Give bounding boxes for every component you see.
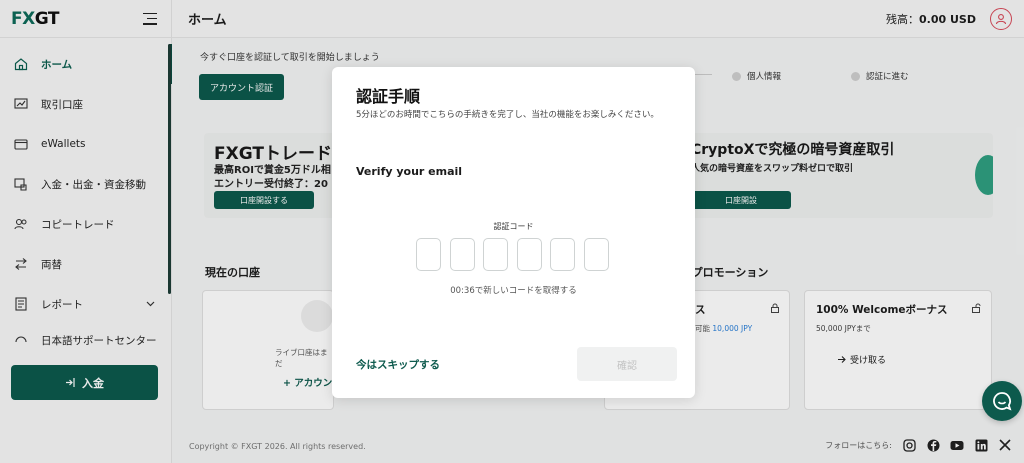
resend-code-timer: 00:36で新しいコードを取得する	[450, 286, 577, 296]
code-input-group	[416, 238, 609, 271]
confirm-button[interactable]: 確認	[577, 347, 677, 381]
modal-title: 認証手順	[356, 87, 421, 106]
code-digit-input[interactable]	[550, 238, 575, 271]
code-digit-input[interactable]	[516, 238, 542, 271]
code-digit-input[interactable]	[483, 238, 508, 271]
chat-icon	[993, 392, 1012, 411]
skip-button[interactable]: 今はスキップする	[356, 357, 440, 372]
code-digit-input[interactable]	[416, 238, 441, 271]
code-digit-input[interactable]	[583, 238, 609, 271]
code-label: 認証コード	[493, 222, 534, 231]
verification-modal: 認証手順 5分ほどのお時間でこちらの手続きを完了し、当社の機能をお楽しみください…	[332, 67, 695, 398]
code-digit-input[interactable]	[449, 238, 475, 271]
chat-support-button[interactable]	[982, 381, 1022, 421]
verify-email-heading: Verify your email	[356, 165, 463, 178]
modal-description: 5分ほどのお時間でこちらの手続きを完了し、当社の機能をお楽しみください。	[356, 110, 659, 120]
